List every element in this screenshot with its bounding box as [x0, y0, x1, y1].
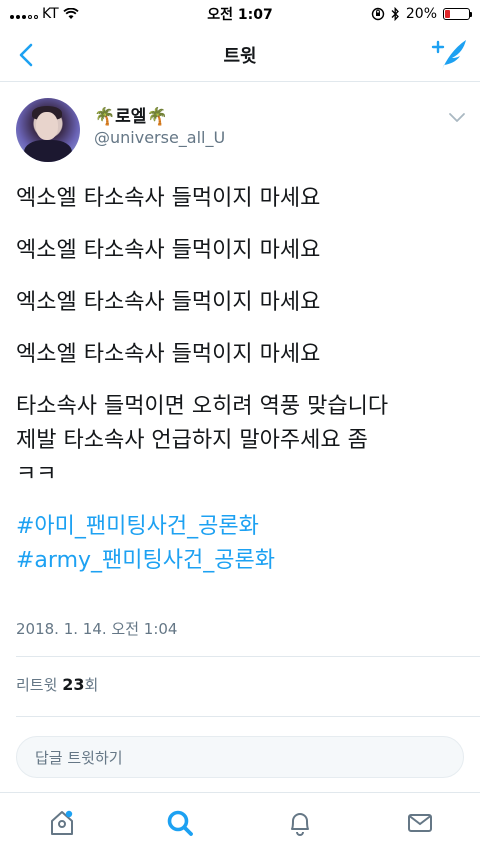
- chevron-left-icon: [19, 43, 33, 67]
- tweet-line: 타소속사 들먹이면 오히려 역풍 맞습니다: [16, 394, 389, 419]
- page-title: 트윗: [223, 45, 257, 67]
- orientation-lock-icon: [371, 7, 385, 21]
- wifi-icon: [63, 8, 79, 19]
- tweet-text: 엑소엘 타소속사 들먹이지 마세요 엑소엘 타소속사 들먹이지 마세요 엑소엘 …: [16, 182, 468, 578]
- battery-fill: [445, 10, 450, 18]
- tab-messages[interactable]: [400, 805, 440, 841]
- nav-bar: 트윗: [0, 28, 480, 82]
- tab-search[interactable]: [160, 805, 200, 841]
- tweet-header: 🌴로엘🌴 @universe_all_U: [16, 98, 466, 168]
- retweet-stats[interactable]: 리트윗 23회: [16, 674, 98, 695]
- messages-icon: [408, 814, 432, 832]
- carrier-label: KT: [42, 6, 59, 22]
- battery-percent: 20%: [405, 6, 437, 22]
- home-icon: [51, 810, 73, 835]
- avatar[interactable]: [16, 98, 80, 162]
- hashtag-link[interactable]: #army_팬미팅사건_공론화: [16, 544, 468, 578]
- reply-placeholder: 답글 트윗하기: [35, 748, 123, 767]
- retweet-count: 23: [62, 675, 85, 694]
- compose-tweet-button[interactable]: [430, 38, 470, 72]
- divider: [16, 656, 480, 657]
- divider: [16, 716, 480, 717]
- reply-input[interactable]: 답글 트윗하기: [16, 736, 464, 778]
- battery-icon: [443, 8, 472, 20]
- tab-home[interactable]: [42, 805, 82, 841]
- tweet-line: 엑소엘 타소속사 들먹이지 마세요: [16, 186, 321, 211]
- hashtag-link[interactable]: #아미_팬미팅사건_공론화: [16, 510, 468, 544]
- notifications-icon: [291, 813, 309, 836]
- status-right: 20%: [300, 6, 472, 22]
- search-icon: [167, 810, 193, 836]
- tweet-line: 엑소엘 타소속사 들먹이지 마세요: [16, 342, 321, 367]
- status-bar: KT 오전 1:07 20%: [0, 0, 480, 28]
- username[interactable]: @universe_all_U: [94, 128, 225, 147]
- status-left: KT: [10, 6, 160, 22]
- retweet-label: 리트윗: [16, 676, 58, 694]
- tweet-line: 제발 타소속사 언급하지 말아주세요 좀: [16, 428, 368, 453]
- back-button[interactable]: [12, 40, 40, 70]
- tweet-line: 엑소엘 타소속사 들먹이지 마세요: [16, 238, 321, 263]
- tweet-line: ㅋㅋ: [16, 462, 57, 487]
- chevron-down-icon[interactable]: [448, 110, 466, 124]
- display-name[interactable]: 🌴로엘🌴: [94, 102, 168, 127]
- compose-tweet-icon: [431, 40, 466, 70]
- tweet-timestamp: 2018. 1. 14. 오전 1:04: [16, 620, 178, 638]
- tab-bar: [0, 792, 480, 854]
- bluetooth-icon: [391, 7, 399, 21]
- cell-signal-icon: [10, 9, 38, 19]
- tweet-line: 엑소엘 타소속사 들먹이지 마세요: [16, 290, 321, 315]
- tab-notifications[interactable]: [280, 805, 320, 841]
- retweet-unit: 회: [84, 676, 99, 694]
